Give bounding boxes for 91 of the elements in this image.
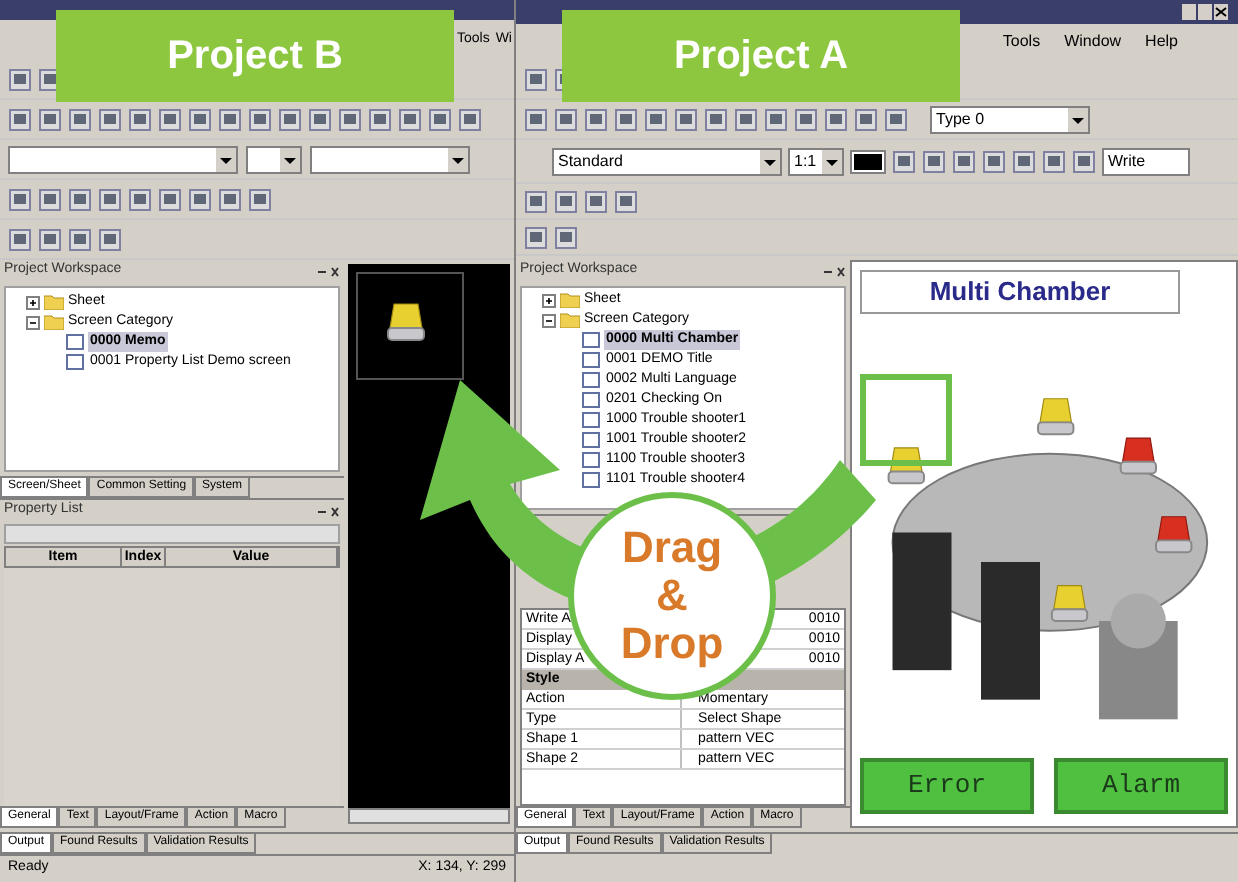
toolbar-icon — [8, 227, 32, 251]
expand-icon[interactable] — [542, 293, 556, 307]
toolbar-icon — [1072, 149, 1096, 173]
screen-button[interactable]: Error — [860, 758, 1034, 814]
screen-button[interactable]: Alarm — [1054, 758, 1228, 814]
toolbar-icon — [158, 107, 182, 131]
toolbar-icon — [368, 107, 392, 131]
toolbar-icon — [584, 189, 608, 213]
toolbar-icon — [982, 149, 1006, 173]
toolbar-icon — [614, 107, 638, 131]
caret-icon — [216, 147, 236, 171]
title-banner: Project A — [562, 10, 960, 102]
toolbar-icon — [128, 107, 152, 131]
callout-text: Drag — [621, 524, 723, 572]
caret-icon — [448, 147, 468, 171]
collapse-icon[interactable] — [26, 315, 40, 329]
toolbar-icon — [98, 227, 122, 251]
dropdown[interactable]: Standard — [552, 147, 782, 175]
filter-field[interactable] — [4, 524, 340, 544]
toolbar-icon — [644, 107, 668, 131]
screen-title: Multi Chamber — [860, 270, 1180, 314]
toolbar-icon — [158, 187, 182, 211]
toolbar-icon — [38, 187, 62, 211]
toolbar-icon — [764, 107, 788, 131]
toolbar-icon — [248, 107, 272, 131]
toolbar-icon — [892, 149, 916, 173]
toolbar-icon — [554, 225, 578, 249]
toolbar-icon — [1012, 149, 1036, 173]
toolbar-icon — [98, 107, 122, 131]
dropdown[interactable]: Type 0 — [930, 105, 1090, 133]
toolbar-icon — [674, 107, 698, 131]
toolbar-icon — [98, 187, 122, 211]
toolbar-icon — [524, 67, 548, 91]
toolbar-icon — [458, 107, 482, 131]
toolbar-icon — [1042, 149, 1066, 173]
pin-close-icon — [316, 505, 340, 517]
toolbar-icon — [8, 107, 32, 131]
dropdown[interactable] — [310, 145, 470, 173]
dropdown[interactable] — [246, 145, 302, 173]
toolbar-icon — [248, 187, 272, 211]
toolbar-icon — [68, 187, 92, 211]
toolbar-icon — [68, 107, 92, 131]
toolbar-icon — [308, 107, 332, 131]
caret-icon — [280, 147, 300, 171]
toolbar-icon — [398, 107, 422, 131]
toolbar-icon — [554, 107, 578, 131]
toolbar-icon — [614, 189, 638, 213]
toolbar-icon — [794, 107, 818, 131]
caret-icon — [1068, 107, 1088, 131]
toolbar-icon — [188, 107, 212, 131]
caret-icon — [760, 149, 780, 173]
toolbar-icon — [218, 107, 242, 131]
selection-frame — [860, 374, 952, 466]
toolbar-icon — [38, 107, 62, 131]
toolbar-icon — [584, 107, 608, 131]
menu-item[interactable]: Window — [1064, 30, 1122, 54]
dropdown[interactable] — [8, 145, 238, 173]
title-banner: Project B — [56, 10, 454, 102]
caret-icon — [822, 149, 842, 173]
toolbar-icon — [218, 187, 242, 211]
toolbar-icon — [128, 187, 152, 211]
menu-item[interactable]: Tools — [1002, 30, 1041, 54]
toolbar-icon — [428, 107, 452, 131]
toolbar-icon — [952, 149, 976, 173]
expand-icon[interactable] — [26, 295, 40, 309]
color-swatch-icon — [850, 149, 886, 173]
toolbar-icon — [38, 227, 62, 251]
toolbar-icon — [278, 107, 302, 131]
menu-item[interactable]: Help — [1145, 30, 1178, 54]
toolbar-icon — [524, 189, 548, 213]
toolbar-icon — [884, 107, 908, 131]
toolbar-icon — [188, 187, 212, 211]
toolbar-icon — [922, 149, 946, 173]
toolbar-icon — [68, 227, 92, 251]
pin-close-icon — [316, 265, 340, 277]
toolbar-icon — [8, 67, 32, 91]
toolbar-icon — [8, 187, 32, 211]
pin-close-icon — [822, 265, 846, 277]
collapse-icon[interactable] — [542, 313, 556, 327]
toolbar-icon — [704, 107, 728, 131]
window-controls-icon — [1182, 4, 1230, 20]
dropdown[interactable]: 1:1 — [788, 147, 844, 175]
toolbar-icon — [734, 107, 758, 131]
toolbar-icon — [338, 107, 362, 131]
toolbar-icon — [824, 107, 848, 131]
toolbar-icon — [554, 189, 578, 213]
toolbar-icon — [524, 225, 548, 249]
input-field[interactable]: Write — [1102, 147, 1190, 175]
toolbar-icon — [854, 107, 878, 131]
toolbar-icon — [524, 107, 548, 131]
scrollbar[interactable] — [348, 808, 510, 824]
